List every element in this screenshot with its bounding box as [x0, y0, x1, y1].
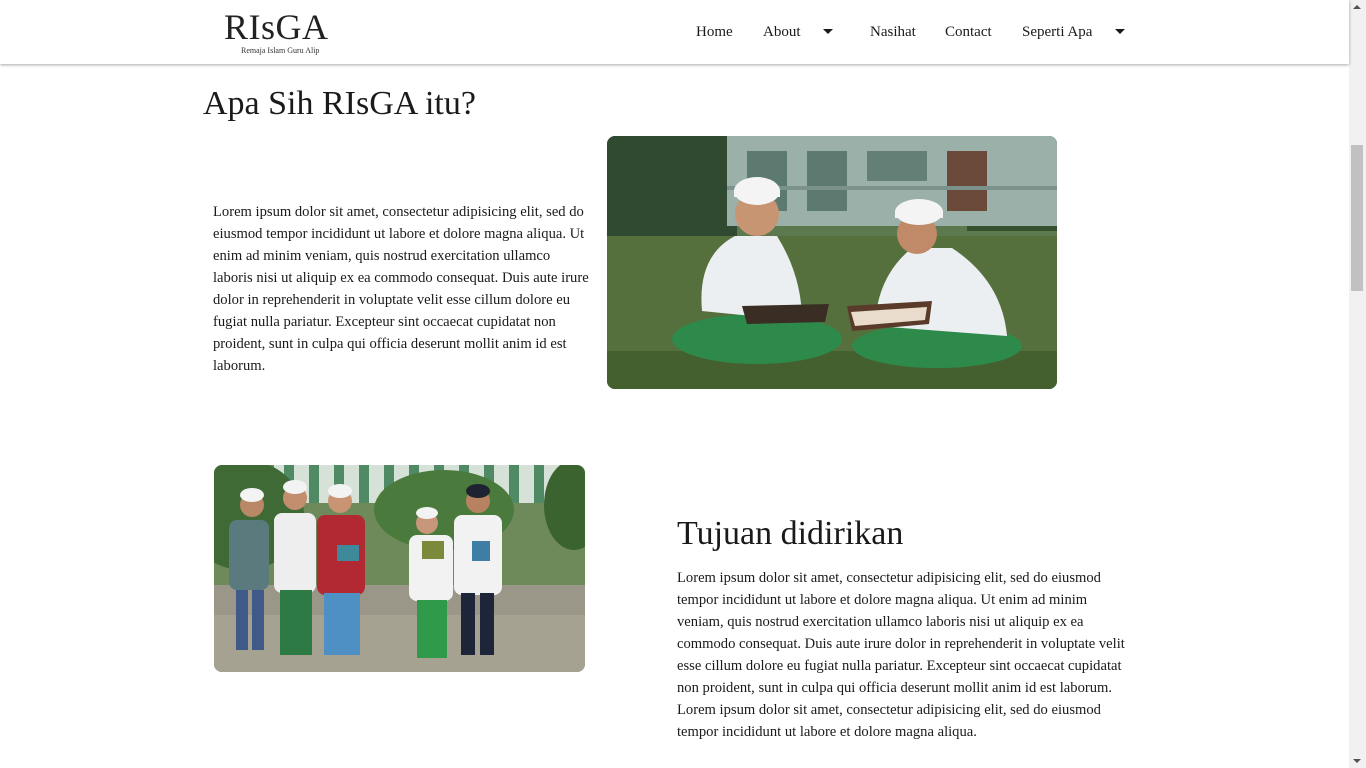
- photo-boys-reading: [607, 136, 1057, 389]
- caret-down-icon[interactable]: [1115, 29, 1125, 34]
- nav-item-contact[interactable]: Contact: [945, 22, 992, 42]
- section-paragraph-purpose: Lorem ipsum dolor sit amet, consectetur …: [677, 570, 1125, 740]
- photo-children-walking: [214, 465, 585, 672]
- vertical-scrollbar[interactable]: [1349, 0, 1366, 768]
- logo-subtitle: Remaja Islam Guru Alip: [241, 46, 320, 55]
- logo[interactable]: RIsGA Remaja Islam Guru Alip: [224, 9, 344, 59]
- section-title-about: Apa Sih RIsGA itu?: [203, 85, 476, 122]
- scroll-up-icon[interactable]: [1353, 5, 1361, 9]
- section-paragraph-about: Lorem ipsum dolor sit amet, consectetur …: [213, 204, 589, 374]
- scroll-down-icon[interactable]: [1353, 759, 1361, 763]
- nav-item-nasihat[interactable]: Nasihat: [870, 22, 916, 42]
- nav-item-about[interactable]: About: [763, 22, 801, 42]
- section-title-purpose: Tujuan didirikan: [677, 515, 904, 552]
- caret-down-icon[interactable]: [823, 29, 833, 34]
- nav-item-home[interactable]: Home: [696, 22, 733, 42]
- nav-item-seperti-apa[interactable]: Seperti Apa: [1022, 22, 1092, 42]
- navbar: RIsGA Remaja Islam Guru Alip Home About …: [0, 0, 1349, 64]
- scroll-thumb[interactable]: [1351, 145, 1363, 291]
- logo-text: RIsGA: [224, 7, 329, 47]
